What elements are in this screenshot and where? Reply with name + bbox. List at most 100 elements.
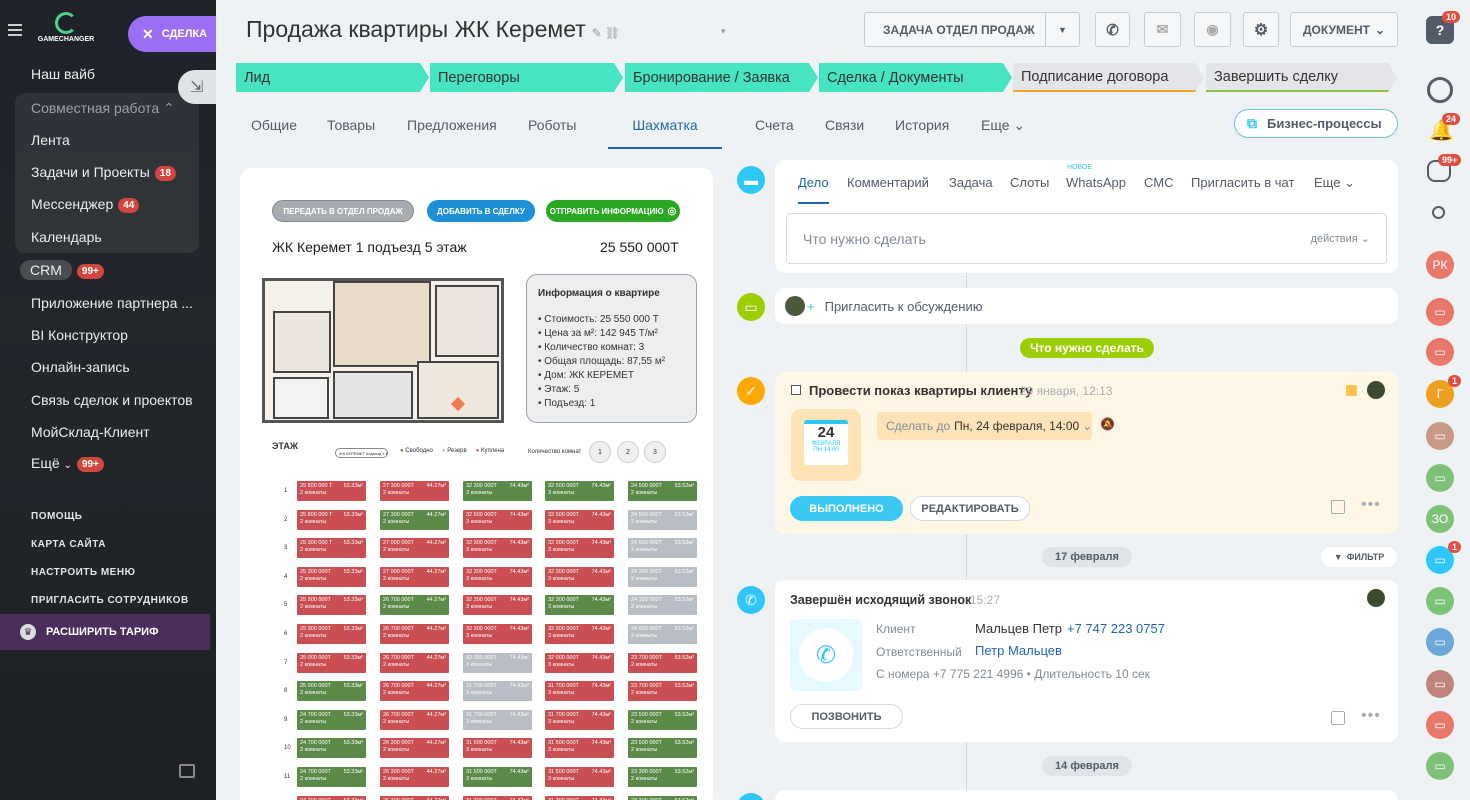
todo-input[interactable]: Что нужно сделать действия ⌄ xyxy=(786,213,1387,264)
apartment-cell[interactable]: 26 300 000Т44.27м²2 комнаты xyxy=(379,766,450,788)
dropdown-toggle[interactable]: ▼ xyxy=(1045,13,1079,46)
tab-offers[interactable]: Предложения xyxy=(407,117,497,133)
apartment-cell[interactable]: 26 700 000Т 44.27м² 2 комнаты xyxy=(379,594,450,617)
logo[interactable]: GAMECHANGER xyxy=(36,12,96,43)
apartment-cell[interactable]: 31 700 000Т 74.43м² 3 комнаты xyxy=(544,708,615,731)
recent-chat-avatar[interactable]: ▭ xyxy=(1426,422,1454,450)
responsible-name[interactable]: Петр Мальцев xyxy=(975,643,1062,658)
sidebar-item-feed[interactable]: Лента xyxy=(31,132,70,148)
apartment-cell[interactable]: 25 800 000 Т 53.33м² 2 комнаты xyxy=(296,508,367,531)
apartment-cell[interactable]: 26 700 000Т 44.27м² 2 комнаты xyxy=(379,623,450,645)
sidebar-item-messenger[interactable]: Мессенджер 44 xyxy=(31,196,140,213)
feed-tab-invite-chat[interactable]: Пригласить в чат xyxy=(1191,175,1294,190)
apartment-cell[interactable]: 32 500 000Т 74.43м² 3 комнаты xyxy=(544,480,615,502)
apartment-cell[interactable]: 26 300 000Т44.27м²2 комнаты xyxy=(379,794,450,800)
recent-chat-avatar[interactable]: ▭ xyxy=(1426,587,1454,615)
apartment-cell[interactable]: 25 800 000 Т 53.33м² 2 комнаты xyxy=(296,480,367,502)
sidebar-item-crm[interactable]: CRM 99+ xyxy=(20,260,104,280)
flag-icon[interactable] xyxy=(1346,385,1357,396)
apartment-cell[interactable]: 32 300 000Т 74.43м² 3 комнаты xyxy=(544,623,615,645)
pencil-icon[interactable]: ✎ xyxy=(592,26,602,40)
apartment-cell[interactable]: 24 300 000Т 53.52м² 2 комнаты xyxy=(627,594,698,617)
link-icon[interactable]: ⛓ xyxy=(605,26,620,40)
tab-chess[interactable]: Шахматка xyxy=(608,117,722,149)
stage-lead[interactable]: Лид xyxy=(236,63,429,92)
done-button[interactable]: ВЫПОЛНЕНО xyxy=(790,496,903,521)
sidebar-item-vibe[interactable]: Наш вайб xyxy=(31,66,95,82)
apartment-cell[interactable]: 23 300 000Т 53.52м² 2 комнаты xyxy=(627,766,698,788)
apartment-cell[interactable]: 25 000 000Т 53.33м² 2 комнаты xyxy=(296,651,367,674)
document-button[interactable]: ДОКУМЕНТ ⌄ xyxy=(1290,12,1398,47)
apartment-cell[interactable]: 25 300 000Т 53.33м² 2 комнаты xyxy=(296,623,367,645)
apartment-cell[interactable]: 27 000 000Т 44.27м² 2 комнаты xyxy=(379,565,450,588)
task-title[interactable]: Провести показ квартиры клиенту xyxy=(809,383,1032,398)
apartment-cell[interactable]: 32 000 000Т 74.43м² 3 комнаты xyxy=(544,651,615,674)
apartment-cell[interactable]: 23 700 000Т 53.52м² 2 комнаты xyxy=(627,680,698,703)
todo-actions-dropdown[interactable]: действия ⌄ xyxy=(1311,232,1370,245)
recent-chat-avatar[interactable]: ▭ xyxy=(1426,628,1454,656)
feed-tab-sms[interactable]: СМС xyxy=(1144,175,1173,190)
invite-employees-link[interactable]: ПРИГЛАСИТЬ СОТРУДНИКОВ xyxy=(31,595,189,606)
apartment-cell[interactable]: 32 300 000Т 74.43м² 3 комнаты xyxy=(544,594,615,617)
apartment-cell[interactable]: 32 500 000Т 74.43м² 3 комнаты xyxy=(544,508,615,531)
apartment-cell[interactable]: 24 000 000Т 53.52м² 2 комнаты xyxy=(627,623,698,645)
apartment-cell[interactable]: 24 700 000Т 53.33м² 2 комнаты xyxy=(296,708,367,731)
apartment-cell[interactable]: 26 300 000Т44.27м²2 комнаты xyxy=(379,737,450,760)
help-link[interactable]: ПОМОЩЬ xyxy=(31,511,82,522)
apartment-cell[interactable]: 31 500 000Т 74.43м² 3 комнаты xyxy=(544,766,615,788)
apartment-cell[interactable]: 24 500 000Т 53.52м² 2 комнаты xyxy=(627,537,698,560)
configure-menu-link[interactable]: НАСТРОИТЬ МЕНЮ xyxy=(31,567,135,578)
stage-booking[interactable]: Бронирование / Заявка xyxy=(625,63,818,92)
apartment-cell[interactable]: 24 500 000Т 53.52м² 2 комнаты xyxy=(627,480,698,502)
feed-tab-whatsapp[interactable]: WhatsApp xyxy=(1066,175,1126,190)
apartment-cell[interactable]: 32 000 000Т 74.43м² 3 комнаты xyxy=(462,651,533,674)
apartment-cell[interactable]: 23 500 000Т 53.52м² 2 комнаты xyxy=(627,737,698,760)
stage-contract-signing[interactable]: Подписание договора xyxy=(1013,63,1204,92)
apartment-cell[interactable]: 27 300 000Т 44.27м² 2 комнаты xyxy=(379,508,450,531)
printer-icon[interactable] xyxy=(179,764,195,778)
recent-chat-avatar[interactable]: РК xyxy=(1426,251,1454,279)
apartment-cell[interactable]: 32 300 000Т 74.43м² 3 комнаты xyxy=(544,565,615,588)
apartment-cell[interactable]: 27 000 000Т 44.27м² 2 комнаты xyxy=(379,537,450,560)
feed-tab-more[interactable]: Еще ⌄ xyxy=(1314,175,1355,191)
tab-robots[interactable]: Роботы xyxy=(528,117,576,133)
apartment-cell[interactable]: 32 500 000Т 74.43м² 3 комнаты xyxy=(462,508,533,531)
task-sales-dept-button[interactable]: ЗАДАЧА ОТДЕЛ ПРОДАЖ ▼ xyxy=(864,12,1080,47)
apartment-cell[interactable]: 25 300 000Т 53.33м² 2 комнаты xyxy=(296,565,367,588)
apartment-cell[interactable]: 31 300 000Т74.43м²3 комнаты xyxy=(462,794,533,800)
apartment-cell[interactable]: 23 500 000Т 53.52м² 2 комнаты xyxy=(627,708,698,731)
note-icon[interactable] xyxy=(1331,711,1345,725)
sidebar-item-deal-links[interactable]: Связь сделок и проектов xyxy=(31,392,193,408)
tab-links[interactable]: Связи xyxy=(825,117,864,133)
filter-button[interactable]: ▼ ФИЛЬТР xyxy=(1321,547,1397,567)
sidebar-item-booking[interactable]: Онлайн-запись xyxy=(31,359,130,375)
more-icon[interactable]: ••• xyxy=(1361,707,1381,725)
tab-more[interactable]: Еще ⌄ xyxy=(981,117,1025,134)
phone-button[interactable]: ✆ xyxy=(1095,12,1130,47)
search-icon[interactable] xyxy=(1432,206,1445,219)
feed-tab-activity[interactable]: Дело xyxy=(798,175,829,204)
apartment-cell[interactable]: 31 300 000Т74.43м²3 комнаты xyxy=(544,794,615,800)
copilot-icon[interactable] xyxy=(1427,77,1453,103)
apartment-cell[interactable]: 32 300 000Т 74.43м² 3 комнаты xyxy=(462,537,533,560)
more-icon[interactable]: ••• xyxy=(1361,496,1381,514)
task-checkbox[interactable] xyxy=(791,385,801,395)
edit-button[interactable]: РЕДАКТИРОВАТЬ xyxy=(910,496,1030,521)
apartment-cell[interactable]: 26 700 000Т 44.27м² 2 комнаты xyxy=(379,680,450,703)
deadline-pill[interactable]: Сделать до Пн, 24 февраля, 14:00 ⌄ xyxy=(877,412,1092,440)
apartment-cell[interactable]: 32 300 000Т 74.43м² 3 комнаты xyxy=(462,480,533,502)
sitemap-link[interactable]: КАРТА САЙТА xyxy=(31,539,106,550)
sidebar-item-collab[interactable]: Совместная работа ⌃ xyxy=(31,100,175,117)
apartment-cell[interactable]: 32 300 000Т 74.43м² 3 комнаты xyxy=(462,594,533,617)
bell-off-icon[interactable]: 🔕 xyxy=(1100,417,1115,431)
tab-invoices[interactable]: Счета xyxy=(755,117,794,133)
recent-chat-avatar[interactable]: ЗО xyxy=(1426,505,1454,533)
recent-chat-avatar[interactable]: ▭ xyxy=(1426,298,1454,326)
recent-chat-avatar[interactable]: ▭ xyxy=(1426,752,1454,780)
email-button[interactable]: ✉ xyxy=(1144,12,1181,47)
apartment-cell[interactable]: 31 500 000Т 74.43м² 3 комнаты xyxy=(544,737,615,760)
feed-tab-slots[interactable]: Слоты xyxy=(1010,175,1049,190)
title-dropdown-icon[interactable]: ▾ xyxy=(721,26,726,37)
apartment-cell[interactable]: 31 700 000Т 74.43м² 3 комнаты xyxy=(462,708,533,731)
tab-products[interactable]: Товары xyxy=(327,117,375,133)
